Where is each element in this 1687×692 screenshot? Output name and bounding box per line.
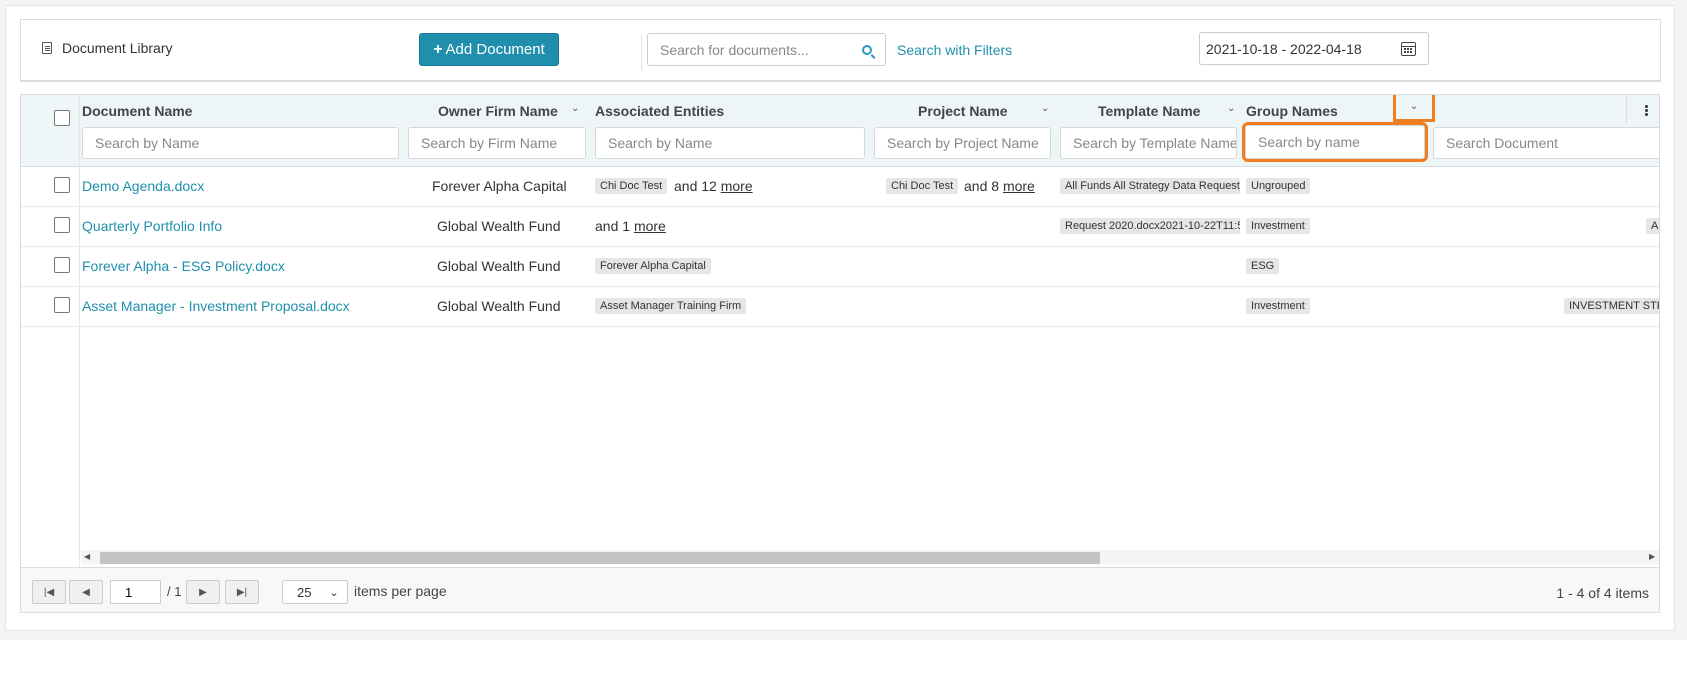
add-document-button[interactable]: + Add Document: [419, 33, 559, 66]
last-page-icon[interactable]: ▶|: [225, 580, 259, 604]
entity-more-link[interactable]: more: [721, 178, 753, 194]
filter-associated-entities[interactable]: [595, 127, 865, 159]
documents-grid: Document Name Owner Firm Name ⌄ Associat…: [20, 94, 1660, 613]
table-row: Forever Alpha - ESG Policy.docx Global W…: [21, 247, 1659, 287]
extra-chip: INVESTMENT STF: [1564, 298, 1659, 314]
items-per-page-value: 25: [297, 584, 312, 600]
template-chip: Request 2020.docx2021-10-22T11:55:4: [1060, 218, 1240, 234]
entity-more-count: and 1 more: [595, 218, 666, 234]
owner-firm-cell: Global Wealth Fund: [437, 218, 561, 234]
chevron-down-icon: ⌄: [329, 586, 339, 599]
column-header-template-name[interactable]: Template Name: [1098, 103, 1200, 119]
entity-more-text: and 12: [674, 178, 717, 194]
search-icon: [861, 44, 872, 55]
entity-more-text: and 1: [595, 218, 631, 234]
owner-firm-menu-chevron-icon[interactable]: ⌄: [571, 103, 579, 114]
document-search-input[interactable]: [647, 33, 849, 66]
column-options-kebab-icon[interactable]: [1645, 105, 1648, 108]
column-header-owner-firm[interactable]: Owner Firm Name: [438, 103, 558, 119]
scroll-left-arrow-icon[interactable]: ◀: [84, 552, 90, 561]
page-title-text: Document Library: [62, 40, 173, 56]
template-chip: All Funds All Strategy Data Request_S: [1060, 178, 1240, 194]
filter-document[interactable]: [1433, 127, 1659, 159]
date-range-picker[interactable]: 2021-10-18 - 2022-04-18: [1199, 32, 1429, 65]
column-header-associated-entities[interactable]: Associated Entities: [595, 103, 724, 119]
date-range-value: 2021-10-18 - 2022-04-18: [1206, 40, 1362, 57]
document-icon: [42, 42, 52, 54]
previous-page-icon[interactable]: ◀: [69, 580, 103, 604]
search-button[interactable]: [848, 33, 886, 66]
table-row: Asset Manager - Investment Proposal.docx…: [21, 287, 1659, 327]
project-more-link[interactable]: more: [1003, 178, 1035, 194]
scroll-right-arrow-icon[interactable]: ▶: [1649, 552, 1655, 561]
page-number-input[interactable]: [110, 580, 161, 604]
table-row: Demo Agenda.docx Forever Alpha Capital C…: [21, 167, 1659, 207]
entity-more-link[interactable]: more: [634, 218, 666, 234]
filter-group-names[interactable]: [1242, 122, 1428, 162]
row-checkbox[interactable]: [54, 177, 70, 193]
horizontal-scroll-thumb[interactable]: [100, 552, 1100, 564]
document-name-link[interactable]: Quarterly Portfolio Info: [82, 218, 222, 234]
group-chip: Ungrouped: [1246, 178, 1311, 194]
page-total: / 1: [167, 584, 182, 599]
template-name-menu-chevron-icon[interactable]: ⌄: [1227, 103, 1235, 114]
owner-firm-cell: Global Wealth Fund: [437, 298, 561, 314]
filter-owner-firm[interactable]: [408, 127, 586, 159]
items-per-page-select[interactable]: 25 ⌄: [282, 580, 348, 604]
entity-chip: Forever Alpha Capital: [595, 258, 711, 274]
filter-template-name[interactable]: [1060, 127, 1237, 159]
filter-project-name[interactable]: [874, 127, 1051, 159]
pagination-bar: |◀ ◀ / 1 ▶ ▶| 25 ⌄ items per page 1 - 4 …: [21, 567, 1659, 612]
search-with-filters-link[interactable]: Search with Filters: [897, 42, 1012, 58]
group-chip: Investment: [1246, 298, 1310, 314]
filter-document-name[interactable]: [82, 127, 399, 159]
entity-more-count: and 12 more: [674, 178, 753, 194]
row-checkbox[interactable]: [54, 217, 70, 233]
items-per-page-label: items per page: [354, 583, 447, 599]
select-all-checkbox[interactable]: [54, 110, 70, 126]
row-checkbox[interactable]: [54, 257, 70, 273]
table-row: Quarterly Portfolio Info Global Wealth F…: [21, 207, 1659, 247]
project-more-text: and 8: [964, 178, 1000, 194]
column-header-document-name[interactable]: Document Name: [82, 103, 192, 119]
extra-chip: Al: [1646, 218, 1659, 234]
plus-icon: +: [433, 40, 443, 58]
group-chip: ESG: [1246, 258, 1280, 274]
grid-header: Document Name Owner Firm Name ⌄ Associat…: [21, 95, 1659, 167]
project-name-menu-chevron-icon[interactable]: ⌄: [1041, 103, 1049, 114]
next-page-icon[interactable]: ▶: [186, 580, 220, 604]
project-more-count: and 8 more: [964, 178, 1035, 194]
calendar-icon[interactable]: [1401, 41, 1416, 56]
column-header-group-names[interactable]: Group Names: [1246, 103, 1338, 119]
entity-chip: Chi Doc Test: [595, 178, 668, 194]
document-name-link[interactable]: Asset Manager - Investment Proposal.docx: [82, 298, 350, 314]
project-chip: Chi Doc Test: [886, 178, 959, 194]
entity-chip: Asset Manager Training Firm: [595, 298, 747, 314]
row-checkbox[interactable]: [54, 297, 70, 313]
add-document-label: Add Document: [445, 41, 545, 58]
group-names-menu-chevron-icon[interactable]: ⌄: [1393, 95, 1435, 122]
owner-firm-cell: Forever Alpha Capital: [432, 178, 567, 194]
items-count: 1 - 4 of 4 items: [1556, 585, 1649, 601]
column-header-project-name[interactable]: Project Name: [918, 103, 1007, 119]
document-name-link[interactable]: Forever Alpha - ESG Policy.docx: [82, 258, 285, 274]
document-name-link[interactable]: Demo Agenda.docx: [82, 178, 204, 194]
page-title: Document Library: [42, 40, 173, 56]
group-chip: Investment: [1246, 218, 1310, 234]
toolbar-divider: [641, 33, 642, 71]
column-menu-separator: [1626, 95, 1627, 123]
owner-firm-cell: Global Wealth Fund: [437, 258, 561, 274]
first-page-icon[interactable]: |◀: [32, 580, 66, 604]
